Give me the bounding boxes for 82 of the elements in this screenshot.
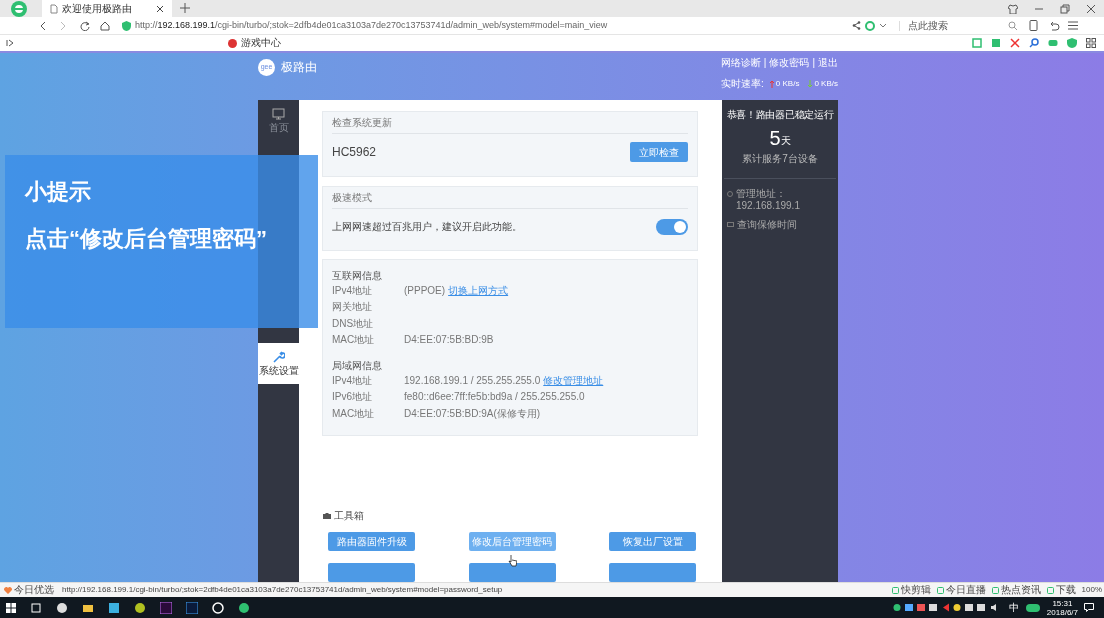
status-link[interactable]: 今日优选 [14,585,54,595]
info-label: IPv4地址 [332,285,373,296]
sidebar-item[interactable]: 系统设置 [258,343,299,384]
wrench-icon [272,351,285,363]
browser-tab[interactable]: 欢迎使用极路由 [42,0,172,17]
upload-speed: 0 KB/s [775,80,800,88]
status-item[interactable]: 今日直播 [936,585,986,595]
model-name: HC5962 [332,144,377,161]
uptime-unit: 天 [780,135,791,148]
device-count: 累计服务7台设备 [724,151,836,179]
status-url: http://192.168.199.1/cgi-bin/turbo/;stok=2dfb4de01ca3103a7de270c13753741d/admin_web/system#model=password_setup [62,586,503,594]
monitor-icon [272,108,285,120]
heart-icon [4,586,12,594]
uptime-days: 5 [769,128,781,148]
info-label: IPv4地址 [332,375,373,386]
brand-name: 极路由 [281,59,317,76]
tip-title: 小提示 [25,178,92,206]
undo-icon[interactable] [1048,20,1060,31]
section-title: 互联网信息 [332,268,383,283]
bookmark-link[interactable]: 游戏中心 [228,38,281,48]
back-icon[interactable] [38,20,48,31]
zoom-level[interactable]: 100% [1081,586,1102,594]
share-icon[interactable] [852,21,861,30]
speed-label: 实时速率: [721,79,764,89]
restore-icon[interactable] [1060,3,1070,14]
home-icon[interactable] [100,20,110,31]
tablet-icon[interactable] [1029,20,1038,31]
section-title: 局域网信息 [332,358,383,373]
menu-icon[interactable] [1068,21,1078,30]
sidebar-toggle-icon[interactable] [6,39,14,47]
warranty-link[interactable]: 查询保修时间 [737,217,797,232]
scissors-icon[interactable] [1010,38,1020,48]
status-item[interactable]: 热点资讯 [991,585,1041,595]
shield-icon [122,20,131,31]
upload-arrow-icon [769,80,774,88]
toolbox-icon [323,512,331,519]
search-icon[interactable] [1008,21,1017,30]
link-separator: | [812,58,815,68]
info-value: D4:EE:07:5B:BD:9B [404,335,494,345]
status-item[interactable]: 快剪辑 [891,585,931,595]
ime-indicator[interactable]: 中 [1008,600,1019,615]
close-icon[interactable] [1086,3,1096,14]
address-field[interactable]: http://192.168.199.1/cgi-bin/turbo/;stok=2dfb4de01ca3103a7de270c13753741d/admin_web/system#model=main_view [122,17,852,34]
turbo-description: 上网网速超过百兆用户，建议开启此功能。 [332,220,522,235]
status-item[interactable]: 下载 [1046,585,1076,595]
reload-icon[interactable] [80,20,90,31]
info-label: MAC地址 [332,335,376,345]
info-value: 192.168.199.1 / 255.255.255.0 [404,375,541,386]
info-label: MAC地址 [332,408,376,419]
card-icon [727,222,734,227]
info-value: D4:EE:07:5B:BD:9A(保修专用) [404,408,541,419]
download-speed: 0 KB/s [814,80,838,88]
search-field[interactable]: 点此搜索 [899,20,1017,31]
card-title: 极速模式 [332,186,688,209]
info-label: 网关地址 [332,302,373,312]
toolbox-title: 工具箱 [334,509,364,523]
clock[interactable]: 15:31 2018/6/7 [1046,598,1078,617]
tip-text: 点击“修改后台管理密码” [25,225,268,253]
admin-address: 管理地址：192.168.199.1 [736,188,801,212]
link-separator: | [763,58,767,68]
toggle-switch[interactable] [656,218,688,235]
grid-icon[interactable] [1086,38,1096,48]
info-label: IPv6地址 [332,392,373,402]
status-title: 恭喜！路由器已稳定运行 [725,108,835,122]
new-tab-icon[interactable] [180,3,190,13]
game-icon [228,38,237,48]
shirt-icon[interactable] [1008,3,1018,14]
notification-icon[interactable] [1084,603,1094,612]
download-arrow-icon [808,80,813,88]
dropdown-icon[interactable] [879,22,887,29]
info-value: fe80::d6ee:7ff:fe5b:bd9a / 255.255.255.0 [404,392,585,402]
close-icon[interactable] [156,4,164,13]
info-label: DNS地址 [332,318,375,329]
sidebar-item[interactable]: 首页 [258,100,299,141]
pointer-cursor-icon [508,554,517,567]
info-value: (PPPOE) [404,285,446,296]
card-title: 检查系统更新 [332,112,688,134]
task-view-icon[interactable] [30,601,42,614]
page-icon [50,3,58,14]
info-icon [727,191,733,197]
windows-start-icon[interactable] [6,602,16,613]
magnifier-icon[interactable] [1029,38,1039,48]
